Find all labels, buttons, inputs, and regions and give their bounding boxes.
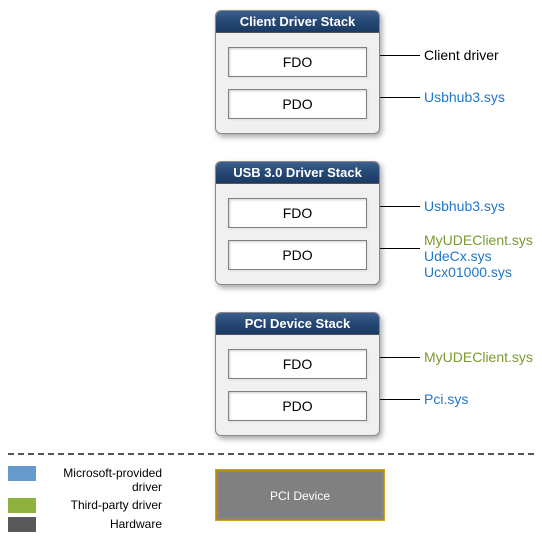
- stack-body: FDO PDO: [216, 33, 379, 133]
- pdo-node: PDO: [228, 391, 367, 421]
- connector: [380, 399, 420, 400]
- pdo-label: Usbhub3.sys: [424, 89, 505, 105]
- fdo-node: FDO: [228, 47, 367, 77]
- connector: [380, 357, 420, 358]
- stack-title: Client Driver Stack: [216, 11, 379, 33]
- section-divider: [8, 453, 534, 455]
- stack-title: PCI Device Stack: [216, 313, 379, 335]
- connector: [380, 248, 420, 249]
- legend-row-ms: Microsoft-provided driver: [8, 466, 162, 494]
- fdo-label: MyUDEClient.sys: [424, 349, 533, 365]
- pdo-label: MyUDEClient.sys: [424, 232, 533, 248]
- legend-label: Hardware: [42, 517, 162, 531]
- legend-row-hw: Hardware: [8, 517, 162, 532]
- stack-title: USB 3.0 Driver Stack: [216, 162, 379, 184]
- usb3-driver-stack: USB 3.0 Driver Stack FDO PDO: [215, 161, 380, 285]
- client-driver-stack: Client Driver Stack FDO PDO: [215, 10, 380, 134]
- pci-device-box: PCI Device: [216, 470, 384, 520]
- swatch-green: [8, 498, 36, 513]
- fdo-label: Client driver: [424, 47, 499, 63]
- stack-body: FDO PDO: [216, 335, 379, 435]
- swatch-gray: [8, 517, 36, 532]
- connector: [380, 206, 420, 207]
- fdo-node: FDO: [228, 198, 367, 228]
- connector: [380, 97, 420, 98]
- connector: [380, 55, 420, 56]
- legend: Microsoft-provided driver Third-party dr…: [8, 466, 162, 536]
- pdo-label: Ucx01000.sys: [424, 264, 512, 280]
- pdo-node: PDO: [228, 240, 367, 270]
- fdo-node: FDO: [228, 349, 367, 379]
- stack-body: FDO PDO: [216, 184, 379, 284]
- pdo-label: UdeCx.sys: [424, 248, 492, 264]
- pci-device-stack: PCI Device Stack FDO PDO: [215, 312, 380, 436]
- legend-label: Third-party driver: [42, 498, 162, 512]
- pdo-node: PDO: [228, 89, 367, 119]
- fdo-label: Usbhub3.sys: [424, 198, 505, 214]
- legend-label: Microsoft-provided driver: [42, 466, 162, 494]
- legend-row-3p: Third-party driver: [8, 498, 162, 513]
- pdo-label: Pci.sys: [424, 391, 468, 407]
- swatch-blue: [8, 466, 36, 481]
